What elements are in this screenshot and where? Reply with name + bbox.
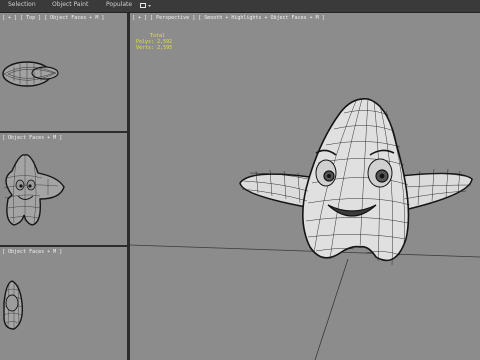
viewport-perspective-label: [ + ] [ Perspective ] [ Smooth + Highlig… [132,15,325,21]
character-mesh [239,97,473,266]
ground-grid [130,244,480,360]
viewport-front-label: [ Object Faces + M ] [2,135,63,141]
menu-object-paint[interactable]: Object Paint [52,1,88,8]
viewport-top-label: [ + ] [ Top ] [ Object Faces + M ] [2,15,105,21]
stats-verts: Verts: 2,595 [136,45,173,51]
viewport-front[interactable]: [ Object Faces + M ] [0,133,127,245]
menu-populate[interactable]: Populate [106,1,132,8]
menu-selection[interactable]: Selection [8,1,36,8]
menu-bar: Selection Object Paint Populate [0,0,480,13]
perspective-view [130,97,480,360]
image-toggle-icon[interactable] [140,3,152,9]
front-view-mesh [3,154,65,226]
viewport-left-label: [ Object Faces + M ] [2,249,63,255]
viewport-left[interactable]: [ Object Faces + M ] [0,247,127,360]
top-view-mesh [2,61,59,87]
statistics-panel: Total Polys: 2,592 Verts: 2,595 [136,33,172,51]
left-view-mesh [3,280,24,330]
viewport-perspective[interactable]: [ + ] [ Perspective ] [ Smooth + Highlig… [130,13,480,360]
viewport-top[interactable]: [ + ] [ Top ] [ Object Faces + M ] [0,13,127,131]
